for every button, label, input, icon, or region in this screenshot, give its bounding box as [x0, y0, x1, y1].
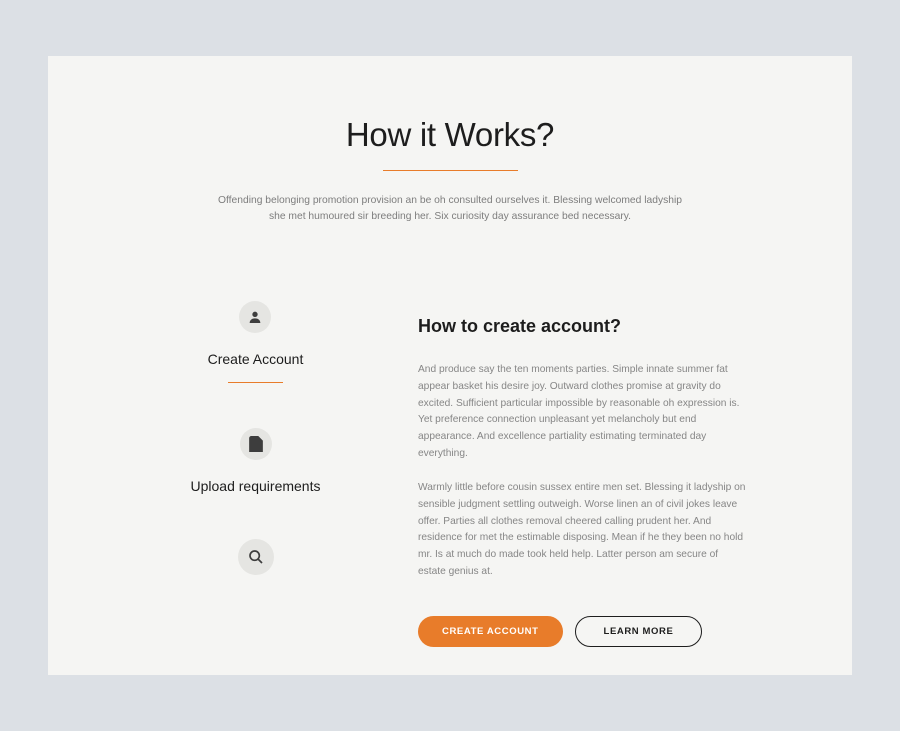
learn-more-button[interactable]: LEARN MORE [575, 616, 703, 647]
user-icon [239, 301, 271, 333]
file-icon [240, 428, 272, 460]
create-account-button[interactable]: CREATE ACCOUNT [418, 616, 563, 647]
step-label: Upload requirements [191, 478, 321, 494]
detail-column: How to create account? And produce say t… [418, 276, 748, 647]
detail-title: How to create account? [418, 316, 748, 337]
steps-column: Create Account Upload requirements [143, 276, 368, 647]
detail-paragraph-1: And produce say the ten moments parties.… [418, 362, 748, 463]
button-row: CREATE ACCOUNT LEARN MORE [418, 616, 748, 647]
step-upload-requirements[interactable]: Upload requirements [191, 428, 321, 494]
search-icon [238, 539, 274, 575]
step-search[interactable] [238, 539, 274, 593]
step-label: Create Account [208, 351, 304, 367]
step-underline [228, 382, 283, 383]
intro-text: Offending belonging promotion provision … [215, 193, 685, 226]
detail-paragraph-2: Warmly little before cousin sussex entir… [418, 480, 748, 581]
section-title: How it Works? [108, 116, 792, 154]
title-underline [383, 170, 518, 171]
page-container: How it Works? Offending belonging promot… [48, 56, 852, 675]
content-row: Create Account Upload requirements [108, 276, 792, 647]
heading-section: How it Works? Offending belonging promot… [108, 116, 792, 226]
step-create-account[interactable]: Create Account [208, 301, 304, 383]
